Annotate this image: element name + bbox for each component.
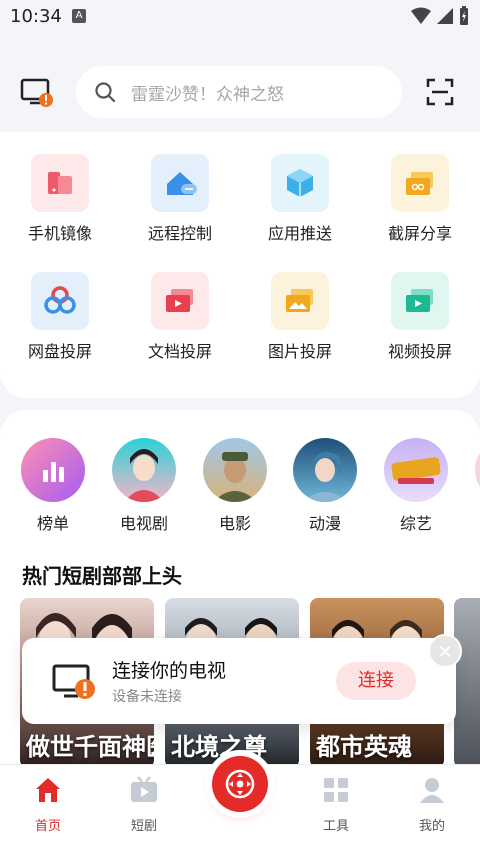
tv-warning-icon (52, 664, 95, 699)
tool-app-push[interactable]: 应用推送 (250, 132, 350, 243)
remote-dpad-icon (225, 769, 255, 799)
tool-label: 网盘投屏 (27, 342, 92, 361)
connect-button[interactable]: 连接 (336, 662, 416, 700)
scan-icon[interactable] (426, 78, 454, 106)
search-placeholder: 雷霆沙赞！众神之怒 (131, 85, 284, 105)
tool-label: 文档投屏 (147, 342, 212, 361)
nav-label: 我的 (418, 819, 445, 834)
app-push-icon (271, 154, 329, 212)
tools-card: 手机镜像 远程控制 应用推送 截屏分享 网盘投屏 文档投屏 图片投屏 视频投屏 (0, 132, 480, 398)
category-more[interactable] (462, 438, 480, 502)
image-cast-icon (271, 272, 329, 330)
screenshot-share-icon (391, 154, 449, 212)
search-icon (95, 82, 116, 103)
tool-label: 远程控制 (147, 224, 212, 243)
category-label: 综艺 (399, 514, 432, 533)
nav-label: 首页 (34, 819, 61, 834)
signal-icon (437, 8, 453, 24)
tool-screenshot-share[interactable]: 截屏分享 (370, 132, 470, 243)
category-tv-series[interactable]: 电视剧 (99, 438, 189, 534)
short-drama-icon (104, 773, 184, 807)
battery-icon (460, 6, 468, 25)
video-cast-icon (391, 272, 449, 330)
category-anime[interactable]: 动漫 (280, 438, 370, 534)
close-banner-button[interactable]: ✕ (428, 634, 462, 668)
section-title: 热门短剧部部上头 (22, 564, 182, 588)
variety-avatar (384, 438, 448, 502)
nav-profile[interactable]: 我的 (392, 773, 472, 834)
search-bar[interactable]: 雷霆沙赞！众神之怒 (76, 66, 402, 118)
tool-document-cast[interactable]: 文档投屏 (130, 250, 230, 361)
tool-label: 截屏分享 (387, 224, 452, 243)
nav-label: 短剧 (130, 819, 157, 834)
document-cast-icon (151, 272, 209, 330)
phone-mirror-icon (31, 154, 89, 212)
category-variety[interactable]: 综艺 (371, 438, 461, 534)
profile-icon (392, 773, 472, 807)
wifi-icon (411, 7, 431, 24)
tool-label: 图片投屏 (267, 342, 332, 361)
status-time: 10:34 (10, 6, 62, 27)
movie-avatar (203, 438, 267, 502)
category-label: 榜单 (36, 514, 69, 533)
tool-remote-control[interactable]: 远程控制 (130, 132, 230, 243)
connect-title: 连接你的电视 (112, 660, 227, 682)
tool-video-cast[interactable]: 视频投屏 (370, 250, 470, 361)
app-screen: 10:34 A 雷霆沙赞！众神之怒 手机镜像 远程控制 应用推送 截屏分享 网盘… (0, 0, 480, 853)
remote-center-button[interactable] (212, 756, 268, 812)
category-ranking[interactable]: 榜单 (8, 438, 98, 534)
tool-label: 应用推送 (267, 224, 332, 243)
nav-tools[interactable]: 工具 (296, 773, 376, 834)
tools-grid-icon (296, 773, 376, 807)
tv-series-avatar (112, 438, 176, 502)
tool-label: 手机镜像 (27, 224, 92, 243)
category-label: 电影 (218, 514, 251, 533)
more-category-avatar (475, 438, 480, 502)
notification-a-icon: A (72, 9, 86, 23)
nav-label: 工具 (322, 819, 349, 834)
nav-home[interactable]: 首页 (8, 773, 88, 834)
category-label: 动漫 (308, 514, 341, 533)
tool-image-cast[interactable]: 图片投屏 (250, 250, 350, 361)
poster-title: 都市英魂 (316, 732, 412, 761)
home-icon (8, 773, 88, 807)
status-bar: 10:34 A (0, 0, 480, 34)
cloud-cast-icon (31, 272, 89, 330)
tv-connection-icon[interactable] (20, 78, 56, 108)
header: 雷霆沙赞！众神之怒 (0, 60, 480, 124)
nav-short-drama[interactable]: 短剧 (104, 773, 184, 834)
category-movie[interactable]: 电影 (190, 438, 280, 534)
category-label: 电视剧 (119, 514, 168, 533)
poster-card[interactable] (454, 598, 480, 768)
ranking-chart-icon (21, 438, 85, 502)
connect-tv-banner: 连接你的电视 设备未连接 连接 (22, 638, 456, 724)
tool-phone-mirror[interactable]: 手机镜像 (10, 132, 110, 243)
poster-title: 做世千面神医 (26, 732, 154, 761)
remote-control-icon (151, 154, 209, 212)
tool-cloud-cast[interactable]: 网盘投屏 (10, 250, 110, 361)
tool-label: 视频投屏 (387, 342, 452, 361)
anime-avatar (293, 438, 357, 502)
connect-subtitle: 设备未连接 (112, 689, 182, 705)
